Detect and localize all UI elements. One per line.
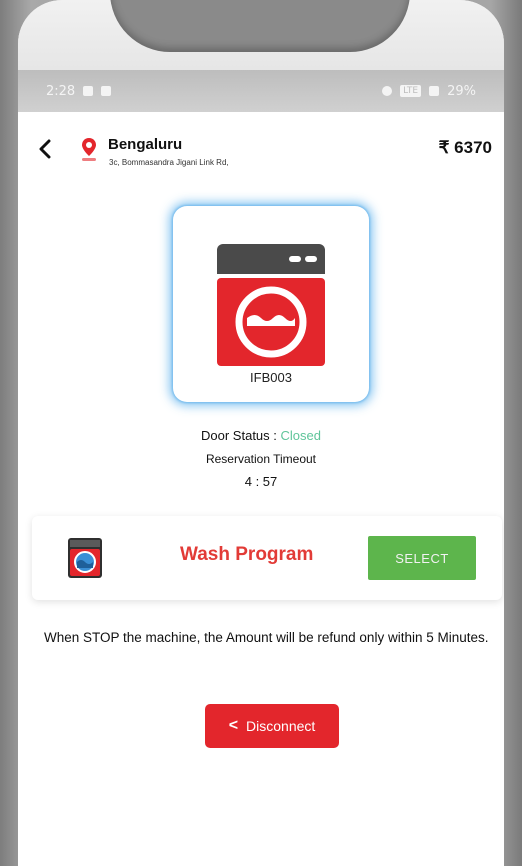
image-icon xyxy=(101,86,112,96)
wash-program-card: Wash Program SELECT xyxy=(32,516,502,600)
battery-percent: 29% xyxy=(447,83,476,99)
volte-icon: LTE xyxy=(400,85,422,97)
app-screen: Bengaluru 3c, Bommasandra Jigani Link Rd… xyxy=(18,112,504,866)
wifi-icon xyxy=(382,86,393,96)
machine-card[interactable]: IFB003 xyxy=(173,206,369,402)
reservation-timeout-label: Reservation Timeout xyxy=(205,452,317,466)
status-bar: 2:28 LTE 29% xyxy=(18,70,504,112)
door-status: Door Status : Closed xyxy=(18,428,504,443)
chevron-left-icon xyxy=(39,139,51,159)
disconnect-label: Disconnect xyxy=(246,718,316,734)
select-wash-program-button[interactable]: SELECT xyxy=(368,536,476,580)
door-status-label: Door Status : xyxy=(201,428,281,443)
location-name: Bengaluru xyxy=(108,136,183,153)
status-bar-right: LTE 29% xyxy=(382,84,476,99)
disconnect-button[interactable]: < Disconnect xyxy=(205,704,339,748)
back-button[interactable] xyxy=(38,138,52,164)
map-pin-icon xyxy=(82,138,96,161)
machine-id: IFB003 xyxy=(250,370,292,385)
reservation-timer: 4 : 57 xyxy=(244,474,278,489)
location-header: Bengaluru 3c, Bommasandra Jigani Link Rd… xyxy=(18,128,504,178)
phone-frame: 2:28 LTE 29% Bengaluru 3c, Bommasandra J… xyxy=(18,0,504,866)
price-amount: ₹ 6370 xyxy=(438,138,492,157)
door-status-value: Closed xyxy=(280,428,321,443)
phone-notch xyxy=(110,0,410,52)
wash-program-label: Wash Program xyxy=(180,544,314,565)
washing-machine-icon xyxy=(217,244,325,366)
signal-icon xyxy=(429,86,440,96)
status-bar-left: 2:28 xyxy=(46,83,112,99)
refund-notice: When STOP the machine, the Amount will b… xyxy=(44,630,489,645)
phone-top-bezel xyxy=(18,0,504,70)
location-address: 3c, Bommasandra Jigani Link Rd, xyxy=(109,158,229,167)
washing-machine-small-icon xyxy=(68,538,102,578)
status-time: 2:28 xyxy=(46,83,76,99)
notification-icon xyxy=(83,86,94,96)
chevron-left-icon: < xyxy=(228,717,239,734)
